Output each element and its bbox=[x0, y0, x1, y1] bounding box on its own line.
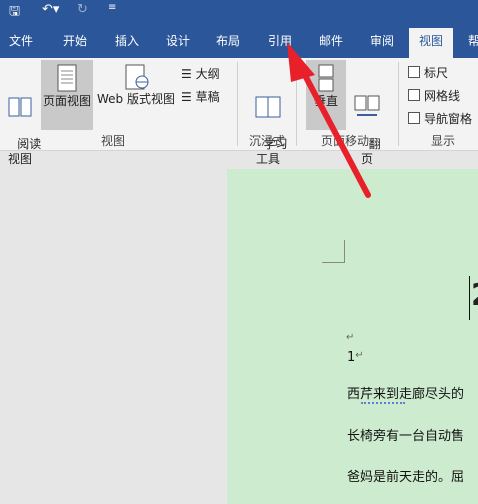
arrow-annotation bbox=[287, 42, 371, 198]
arrow-head bbox=[287, 42, 315, 82]
arrow-shaft bbox=[295, 59, 371, 198]
